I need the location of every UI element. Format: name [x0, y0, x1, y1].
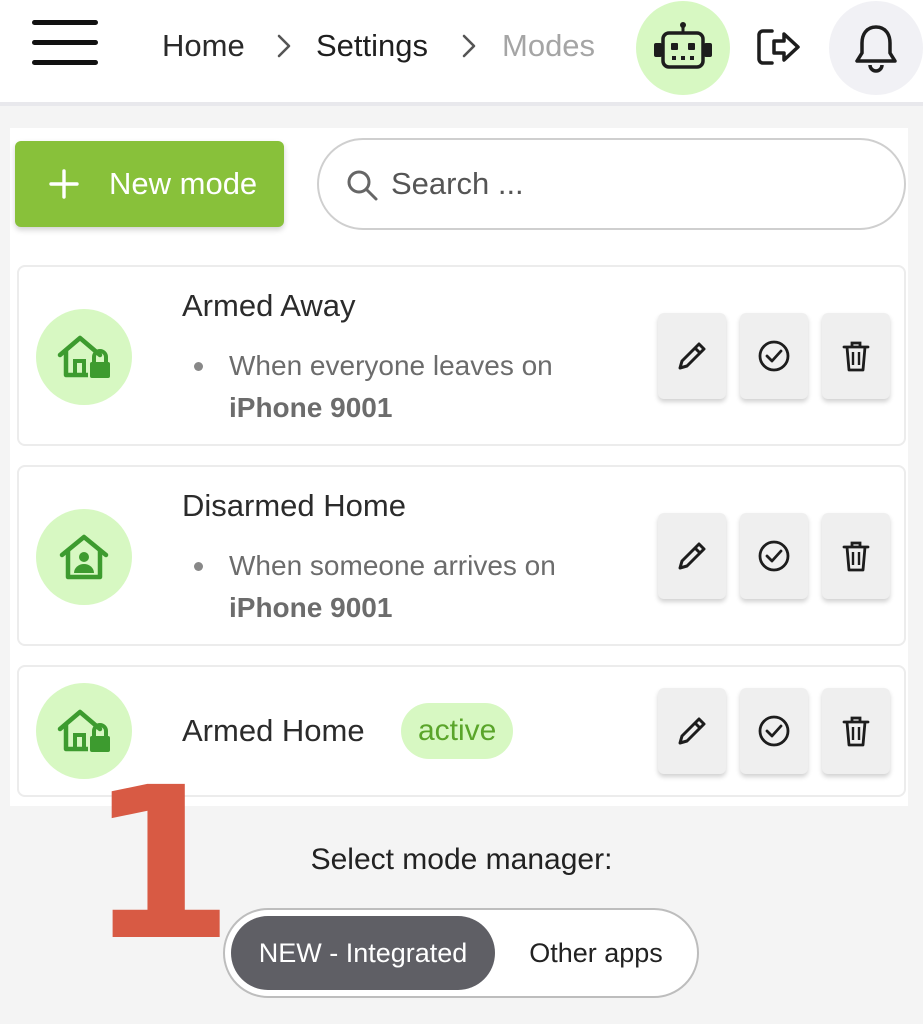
mode-condition: When someone arrives on iPhone 9001: [229, 545, 556, 629]
menu-icon[interactable]: [32, 20, 98, 68]
delete-icon: [842, 716, 870, 747]
activate-icon: [758, 340, 790, 372]
option-other-apps[interactable]: Other apps: [501, 916, 691, 990]
chevron-right-icon: [277, 34, 291, 58]
activate-button[interactable]: [740, 513, 808, 599]
delete-icon: [842, 341, 870, 372]
search-box[interactable]: [317, 138, 906, 230]
edit-icon: [678, 542, 706, 570]
mode-condition: When everyone leaves on iPhone 9001: [229, 345, 553, 429]
activate-icon: [758, 540, 790, 572]
activate-button[interactable]: [740, 688, 808, 774]
mode-card-armed-away: Armed Away When everyone leaves on iPhon…: [17, 265, 906, 446]
breadcrumb-home[interactable]: Home: [162, 28, 245, 64]
plus-icon: [49, 169, 79, 199]
condition-device: iPhone 9001: [229, 592, 393, 623]
activate-button[interactable]: [740, 313, 808, 399]
delete-button[interactable]: [822, 513, 890, 599]
breadcrumb-modes: Modes: [502, 28, 596, 63]
delete-icon: [842, 541, 870, 572]
search-input[interactable]: [391, 162, 871, 206]
mode-manager-toggle: NEW - Integrated Other apps: [223, 908, 699, 998]
condition-text: When someone arrives on: [229, 550, 556, 581]
status-badge: active: [401, 703, 514, 759]
mode-title: Disarmed Home: [182, 488, 406, 523]
notifications-button[interactable]: [829, 1, 923, 95]
logout-button[interactable]: [752, 22, 806, 72]
bell-icon: [855, 25, 897, 73]
mode-avatar: [36, 509, 132, 605]
edit-icon: [678, 717, 706, 745]
search-icon: [347, 170, 378, 201]
edit-icon: [678, 342, 706, 370]
home-person-icon: [59, 534, 109, 580]
condition-bullet: [194, 362, 203, 371]
activate-icon: [758, 715, 790, 747]
edit-button[interactable]: [658, 313, 726, 399]
mode-avatar: [36, 309, 132, 405]
mode-card-disarmed-home: Disarmed Home When someone arrives on iP…: [17, 465, 906, 646]
robot-icon: [654, 22, 712, 69]
edit-button[interactable]: [658, 688, 726, 774]
condition-bullet: [194, 562, 203, 571]
logout-icon: [757, 29, 800, 65]
option-new-integrated[interactable]: NEW - Integrated: [231, 916, 495, 990]
robot-button[interactable]: [636, 1, 730, 95]
condition-device: iPhone 9001: [229, 392, 393, 423]
top-bar: Home Settings Modes: [0, 0, 923, 106]
delete-button[interactable]: [822, 313, 890, 399]
home-lock-icon: [57, 335, 110, 378]
mode-manager-label: Select mode manager:: [310, 843, 613, 876]
condition-text: When everyone leaves on: [229, 350, 553, 381]
breadcrumb-settings[interactable]: Settings: [316, 28, 428, 64]
chevron-right-icon: [462, 34, 476, 58]
delete-button[interactable]: [822, 688, 890, 774]
mode-title: Armed Away: [182, 288, 356, 323]
new-mode-label: New mode: [109, 166, 258, 201]
edit-button[interactable]: [658, 513, 726, 599]
new-mode-button[interactable]: New mode: [15, 141, 284, 227]
